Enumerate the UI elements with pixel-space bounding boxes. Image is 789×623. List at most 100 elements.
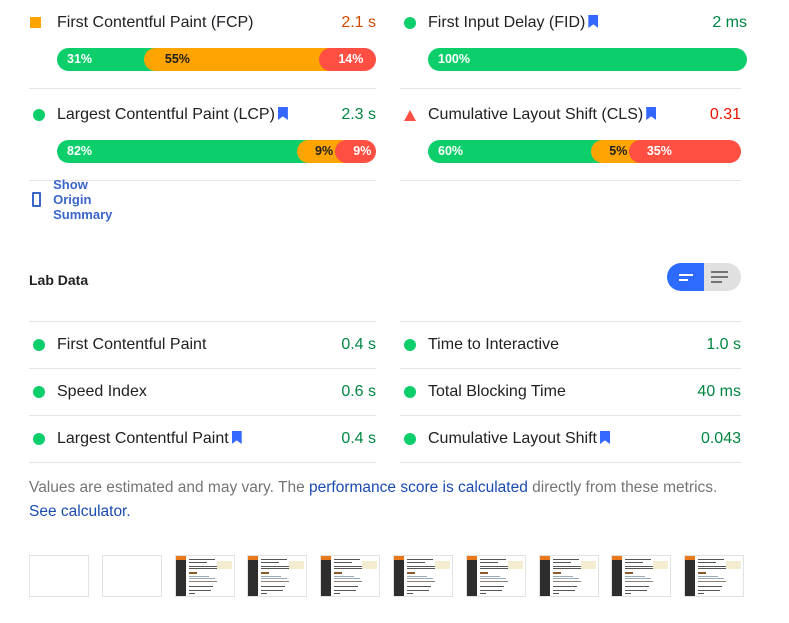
- divider: [400, 88, 741, 89]
- thumbnail-detail: [261, 578, 288, 579]
- thumbnail-detail: [479, 566, 508, 567]
- lab-metric-label: Cumulative Layout Shift: [428, 428, 610, 450]
- lab-metric-tti: Time to Interactive 1.0 s: [400, 322, 741, 369]
- segment-fast: 82%: [57, 140, 309, 163]
- thumbnail-detail: [653, 561, 669, 569]
- thumbnail-detail: [698, 586, 723, 587]
- thumbnail-detail: [261, 559, 288, 560]
- thumbnail-detail: [552, 581, 581, 582]
- metric-fcp: First Contentful Paint (FCP) 2.1 s 31% 5…: [29, 11, 376, 75]
- thumbnail-detail: [625, 590, 648, 591]
- show-origin-summary-toggle[interactable]: Show Origin Summary: [32, 177, 118, 222]
- origin-summary-checkbox[interactable]: [32, 191, 42, 207]
- thumbnail-detail: [625, 578, 652, 579]
- thumbnail-detail: [334, 568, 363, 569]
- segment-average: 55%: [143, 48, 332, 71]
- thumbnail-detail: [334, 559, 361, 560]
- thumbnail-detail: [261, 581, 290, 582]
- thumbnail-detail: [466, 556, 477, 560]
- thumbnail-detail: [188, 593, 195, 594]
- thumbnail-detail: [479, 559, 506, 560]
- metric-value: 2.3 s: [341, 106, 376, 123]
- metric-fid: First Input Delay (FID) 2 ms 100%: [400, 11, 747, 75]
- core-web-vital-bookmark-icon: [646, 107, 657, 120]
- pass-circle-icon: [404, 433, 416, 445]
- distribution-bar: 82% 9% 9%: [57, 140, 376, 163]
- performance-score-link[interactable]: performance score is calculated: [309, 479, 528, 496]
- thumbnail-detail: [698, 590, 721, 591]
- see-calculator-link[interactable]: See calculator.: [29, 503, 131, 520]
- filmstrip-frame-blank: [29, 555, 89, 597]
- metric-label-text: Largest Contentful Paint (LCP): [57, 106, 275, 123]
- core-web-vital-bookmark-icon: [277, 107, 288, 120]
- distribution-bar: 100%: [428, 48, 747, 71]
- thumbnail-detail: [625, 566, 654, 567]
- thumbnail-detail: [261, 566, 290, 567]
- filmstrip-frame-screenshot: [392, 555, 453, 597]
- thumbnail-detail: [612, 556, 623, 560]
- thumbnail-detail: [188, 590, 211, 591]
- metric-value: 2 ms: [712, 14, 747, 31]
- thumbnail-detail: [261, 586, 286, 587]
- filmstrip: [29, 555, 745, 597]
- compact-view-button[interactable]: [667, 263, 704, 291]
- thumbnail-detail: [698, 562, 717, 563]
- thumbnail-detail: [552, 593, 559, 594]
- compact-lines-icon-line: [679, 279, 688, 281]
- thumbnail-detail: [479, 572, 488, 574]
- expanded-lines-icon: [711, 271, 728, 273]
- segment-fast: 60%: [428, 140, 604, 163]
- metric-label: First Input Delay (FID): [428, 11, 599, 35]
- pass-circle-icon: [404, 339, 416, 351]
- metric-value: 0.31: [709, 106, 741, 123]
- thumbnail-detail: [406, 568, 435, 569]
- metric-label: Largest Contentful Paint (LCP): [57, 103, 288, 127]
- lab-metric-value: 0.043: [700, 430, 741, 447]
- lab-metric-label: Speed Index: [57, 383, 147, 400]
- lab-metric-label: Time to Interactive: [428, 336, 560, 353]
- lab-metric-value: 40 ms: [697, 383, 741, 400]
- thumbnail-detail: [406, 576, 427, 577]
- lab-metric-cls: Cumulative Layout Shift 0.043: [400, 416, 741, 463]
- thumbnail-detail: [552, 578, 579, 579]
- segment-slow: 9%: [335, 140, 376, 163]
- filmstrip-frame-screenshot: [174, 555, 235, 597]
- segment-slow: 14%: [319, 48, 376, 71]
- lab-metric-label: Total Blocking Time: [428, 383, 566, 400]
- thumbnail-detail: [685, 556, 696, 596]
- expanded-view-button[interactable]: [704, 263, 741, 291]
- thumbnail-detail: [698, 581, 727, 582]
- note-text: directly from these metrics.: [527, 479, 718, 496]
- thumbnail-detail: [175, 556, 186, 596]
- thumbnail-detail: [685, 556, 696, 560]
- filmstrip-frame-screenshot: [684, 555, 745, 597]
- thumbnail-detail: [625, 562, 644, 563]
- metric-label-text: Cumulative Layout Shift (CLS): [428, 106, 644, 123]
- thumbnail-detail: [406, 562, 425, 563]
- filmstrip-frame-screenshot: [465, 555, 526, 597]
- lab-metric-speed-index: Speed Index 0.6 s: [29, 369, 376, 416]
- thumbnail-detail: [175, 556, 186, 560]
- thumbnail-detail: [406, 578, 433, 579]
- thumbnail-detail: [334, 566, 363, 567]
- compact-lines-icon: [679, 274, 693, 276]
- pass-circle-icon: [404, 17, 416, 29]
- thumbnail-detail: [726, 561, 742, 569]
- thumbnail-detail: [479, 581, 508, 582]
- thumbnail-detail: [479, 586, 504, 587]
- thumbnail-detail: [612, 556, 623, 596]
- origin-summary-label[interactable]: Show Origin Summary: [53, 177, 118, 222]
- thumbnail-detail: [248, 556, 259, 560]
- thumbnail-detail: [334, 572, 343, 574]
- thumbnail-detail: [406, 593, 413, 594]
- thumbnail-detail: [625, 568, 654, 569]
- thumbnail-detail: [261, 590, 284, 591]
- filmstrip-frame-screenshot: [611, 555, 672, 597]
- thumbnail-detail: [261, 593, 268, 594]
- view-toggle[interactable]: [667, 263, 741, 291]
- thumbnail-detail: [698, 593, 705, 594]
- thumbnail-detail: [552, 586, 577, 587]
- thumbnail-detail: [334, 578, 361, 579]
- pass-circle-icon: [33, 339, 45, 351]
- thumbnail-detail: [334, 593, 341, 594]
